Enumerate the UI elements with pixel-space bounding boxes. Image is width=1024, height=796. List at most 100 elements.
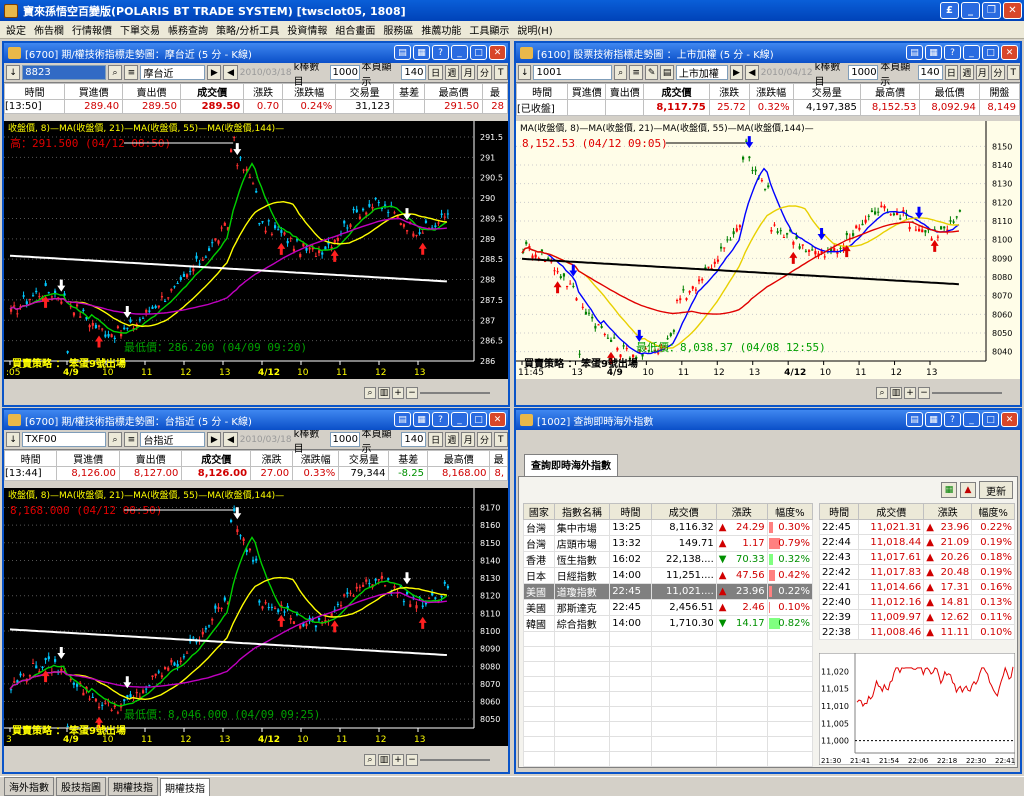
code-combobox[interactable]: 8823 (22, 65, 106, 80)
list-icon[interactable]: ≡ (629, 65, 643, 80)
zoom-out-button[interactable]: − (406, 754, 418, 766)
play-icon[interactable]: ▶ (207, 432, 222, 447)
kcount-input[interactable]: 1000 (329, 65, 360, 80)
period-button[interactable]: T (493, 432, 508, 447)
name-combobox[interactable]: 上市加權 (675, 65, 728, 80)
search-icon[interactable]: ⌕ (107, 432, 123, 447)
show-input[interactable]: 140 (917, 65, 943, 80)
menu-item[interactable]: 佈告欄 (30, 22, 68, 37)
chart-scrollbar[interactable]: ⌕ ▥ + − (362, 752, 508, 768)
search-icon[interactable]: ⌕ (613, 65, 628, 80)
show-input[interactable]: 140 (401, 65, 427, 80)
search-icon[interactable]: ⌕ (364, 754, 376, 766)
period-button[interactable]: 週 (960, 65, 974, 80)
sort-icon[interactable]: ↓ (518, 65, 532, 80)
menu-item[interactable]: 設定 (2, 22, 30, 37)
back-icon[interactable]: ◀ (745, 65, 759, 80)
help-button[interactable]: ? (432, 45, 449, 60)
export-icon[interactable]: ▦ (941, 482, 957, 498)
play-icon[interactable]: ▶ (207, 65, 222, 80)
zoom-in-button[interactable]: + (392, 387, 404, 399)
close-button[interactable]: ✕ (1003, 2, 1022, 19)
period-button[interactable]: 日 (944, 65, 959, 80)
index-row[interactable]: 美國 那斯達克 22:45 2,456.51 ▲ 2.46 0.10% (523, 599, 814, 616)
period-button[interactable]: 月 (975, 65, 990, 80)
period-button[interactable]: T (493, 65, 508, 80)
menu-item[interactable]: 服務區 (379, 22, 417, 37)
menu-item[interactable]: 下單交易 (116, 22, 164, 37)
help-button[interactable]: ? (944, 412, 961, 427)
close-button[interactable]: ✕ (1001, 45, 1018, 60)
help-button[interactable]: ? (432, 412, 449, 427)
chart-scrollbar[interactable]: ⌕ ▥ + − (362, 385, 508, 401)
code-combobox[interactable]: 1001 (533, 65, 612, 80)
tab-intl-index[interactable]: 查詢即時海外指數 (524, 454, 618, 476)
zoom-out-button[interactable]: − (406, 387, 418, 399)
close-button[interactable]: ✕ (489, 45, 506, 60)
back-icon[interactable]: ◀ (223, 432, 238, 447)
period-button[interactable]: T (1006, 65, 1020, 80)
scroll-track[interactable] (420, 759, 490, 761)
date-field[interactable]: 2010/03/18 (240, 68, 292, 78)
minimize-button[interactable]: _ (963, 45, 980, 60)
bottom-tab[interactable]: 股技指圖 (56, 777, 106, 796)
index-row[interactable]: 日本 日經指數 14:00 11,251.... ▲ 47.56 0.42% (523, 567, 814, 584)
maximize-button[interactable]: □ (470, 45, 487, 60)
period-button[interactable]: 分 (477, 65, 492, 80)
date-field[interactable]: 2010/04/12 (761, 68, 813, 78)
menu-item[interactable]: 行情報價 (68, 22, 116, 37)
search-icon[interactable]: ⌕ (876, 387, 888, 399)
list-icon[interactable]: ≡ (124, 432, 139, 447)
search-icon[interactable]: ⌕ (364, 387, 376, 399)
index-row[interactable]: 台灣 店頭市場 13:32 149.71 ▲ 1.17 0.79% (523, 535, 814, 552)
maximize-button[interactable]: □ (982, 412, 999, 427)
menu-item[interactable]: 策略/分析工具 (212, 22, 283, 37)
chart-scrollbar[interactable]: ⌕ ▥ + − (874, 385, 1020, 401)
print-button[interactable]: ▦ (413, 45, 430, 60)
menu-item[interactable]: 推薦功能 (417, 22, 465, 37)
name-combobox[interactable]: 摩台近 (140, 65, 206, 80)
pen-icon[interactable]: ✎ (644, 65, 659, 80)
maximize-button[interactable]: □ (982, 45, 999, 60)
show-input[interactable]: 140 (401, 432, 427, 447)
period-button[interactable]: 週 (444, 432, 460, 447)
search-icon[interactable]: ⌕ (107, 65, 123, 80)
help-button[interactable]: ? (944, 45, 961, 60)
doc-icon[interactable]: ▤ (660, 65, 674, 80)
list-icon[interactable]: ≡ (124, 65, 139, 80)
window-tool-button[interactable]: ▤ (906, 412, 923, 427)
index-row[interactable]: 香港 恆生指數 16:02 22,138.... ▼ 70.33 0.32% (523, 551, 814, 568)
zoom-icon[interactable]: ▥ (378, 754, 390, 766)
refresh-button[interactable]: 更新 (979, 481, 1013, 499)
window-tool-button[interactable]: ▤ (394, 45, 411, 60)
window-tool-button[interactable]: ▤ (394, 412, 411, 427)
period-button[interactable]: 月 (461, 65, 476, 80)
index-row[interactable]: 美國 道瓊指數 22:45 11,021.... ▲ 23.96 0.22% (523, 583, 814, 600)
zoom-in-button[interactable]: + (392, 754, 404, 766)
menu-item[interactable]: 帳務查詢 (164, 22, 212, 37)
maximize-button[interactable]: □ (470, 412, 487, 427)
period-button[interactable]: 日 (428, 65, 443, 80)
print-button[interactable]: ▦ (925, 45, 942, 60)
minimize-button[interactable]: _ (963, 412, 980, 427)
restore-button[interactable]: ❐ (982, 2, 1001, 19)
sort-icon[interactable]: ↓ (6, 65, 21, 80)
minimize-button[interactable]: _ (961, 2, 980, 19)
index-row[interactable]: 台灣 集中市場 13:25 8,116.32 ▲ 24.29 0.30% (523, 519, 814, 536)
bottom-tab[interactable]: 期權技指 (108, 777, 158, 796)
period-button[interactable]: 週 (444, 65, 460, 80)
bottom-tab[interactable]: 期權技指 (160, 777, 210, 796)
menu-item[interactable]: 說明(H) (513, 22, 556, 37)
bottom-tab[interactable]: 海外指數 (4, 777, 54, 796)
zoom-icon[interactable]: ▥ (890, 387, 902, 399)
menu-item[interactable]: 組合畫面 (331, 22, 379, 37)
period-button[interactable]: 日 (428, 432, 443, 447)
close-button[interactable]: ✕ (1001, 412, 1018, 427)
name-combobox[interactable]: 台指近 (140, 432, 206, 447)
minimize-button[interactable]: _ (451, 412, 468, 427)
help-button[interactable]: £ (940, 2, 959, 19)
scroll-track[interactable] (420, 392, 490, 394)
date-field[interactable]: 2010/03/18 (240, 435, 292, 445)
close-button[interactable]: ✕ (489, 412, 506, 427)
back-icon[interactable]: ◀ (223, 65, 238, 80)
